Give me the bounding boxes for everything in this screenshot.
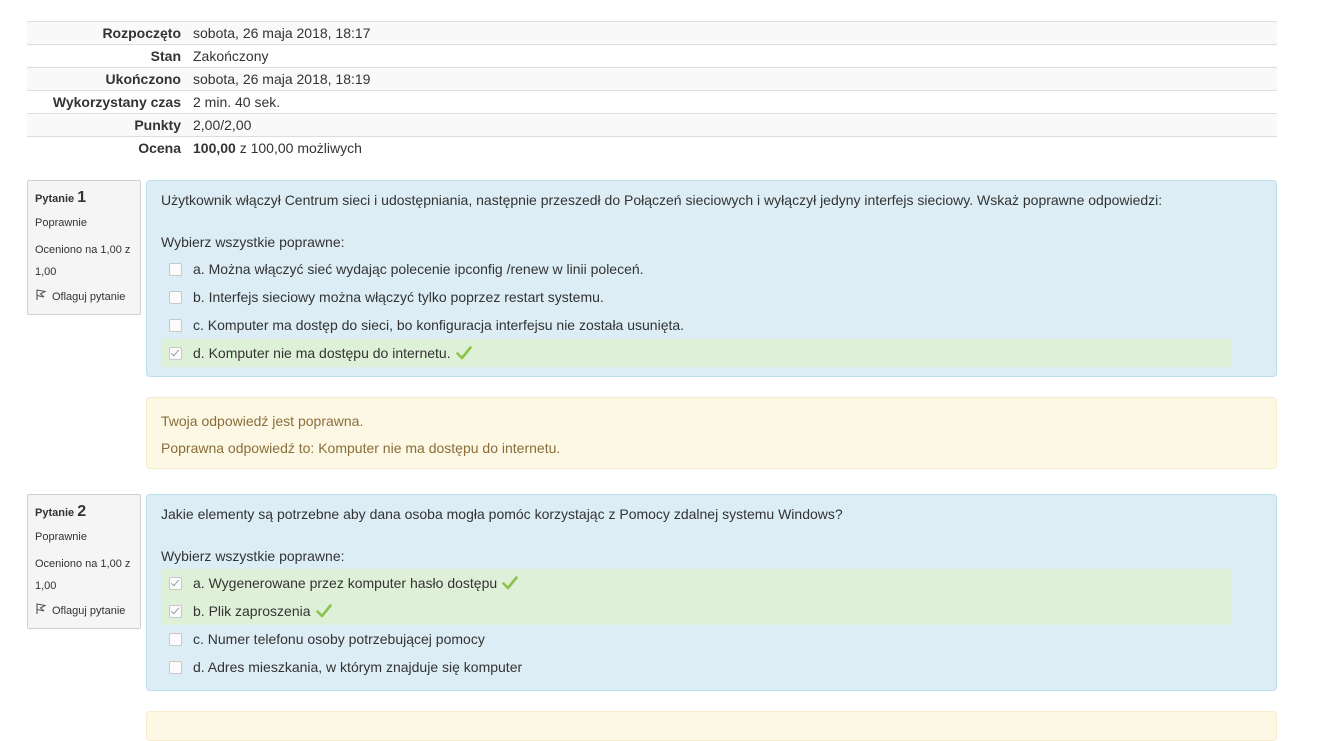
summary-label: Stan: [27, 44, 187, 68]
flag-icon: [35, 603, 47, 618]
question-number-value: 1: [77, 189, 87, 206]
answer-label: a. Można włączyć sieć wydając polecenie …: [193, 261, 644, 277]
question-number-value: 2: [77, 503, 87, 520]
question-label: Pytanie: [35, 507, 75, 519]
question-feedback-2: [146, 711, 1277, 741]
summary-row: Ocena 100,00 z 100,00 możliwych: [27, 136, 1277, 160]
summary-row: Stan Zakończony: [27, 44, 1277, 68]
grade-max: z 100,00 możliwych: [235, 140, 362, 157]
answer-option[interactable]: d. Komputer nie ma dostępu do internetu.: [161, 339, 1231, 367]
flag-label: Oflaguj pytanie: [52, 290, 126, 303]
answer-option[interactable]: c. Komputer ma dostęp do sieci, bo konfi…: [161, 311, 1231, 339]
answer-checkbox[interactable]: [169, 346, 182, 360]
summary-label: Ukończono: [27, 67, 187, 91]
answer-checkbox[interactable]: [169, 604, 182, 618]
flag-icon: [35, 289, 47, 304]
summary-value: 100,00 z 100,00 możliwych: [187, 136, 1277, 160]
correct-check-icon: [315, 604, 332, 618]
question-info-2: Pytanie 2 Poprawnie Oceniono na 1,00 z 1…: [27, 494, 141, 629]
correct-check-icon: [455, 346, 472, 360]
question-info-1: Pytanie 1 Poprawnie Oceniono na 1,00 z 1…: [27, 180, 141, 315]
summary-value: sobota, 26 maja 2018, 18:17: [187, 21, 1277, 45]
answer-checkbox[interactable]: [169, 290, 182, 304]
answer-label: a. Wygenerowane przez komputer hasło dos…: [193, 575, 498, 591]
feedback-result: Twoja odpowiedź jest poprawna.: [161, 413, 364, 429]
summary-row: Wykorzystany czas 2 min. 40 sek.: [27, 90, 1277, 114]
summary-value: Zakończony: [187, 44, 1277, 68]
answer-checkbox[interactable]: [169, 318, 182, 332]
summary-label: Wykorzystany czas: [27, 90, 187, 114]
question-text: Użytkownik włączył Centrum sieci i udost…: [161, 192, 1163, 208]
answer-label: d. Komputer nie ma dostępu do internetu.: [193, 345, 451, 361]
answer-label: c. Komputer ma dostęp do sieci, bo konfi…: [193, 317, 685, 333]
answer-option[interactable]: b. Interfejs sieciowy można włączyć tylk…: [161, 283, 1231, 311]
answer-list: a. Wygenerowane przez komputer hasło dos…: [161, 569, 1262, 681]
question-text: Jakie elementy są potrzebne aby dana oso…: [161, 506, 843, 522]
question-state: Poprawnie: [35, 217, 87, 229]
summary-value: 2,00/2,00: [187, 113, 1277, 137]
answer-list: a. Można włączyć sieć wydając polecenie …: [161, 255, 1262, 367]
question-number: Pytanie 1: [35, 189, 133, 207]
question-label: Pytanie: [35, 193, 75, 205]
answer-checkbox[interactable]: [169, 262, 182, 276]
question-formulation-2: Jakie elementy są potrzebne aby dana oso…: [146, 494, 1277, 691]
question-state: Poprawnie: [35, 531, 87, 543]
answer-checkbox[interactable]: [169, 576, 182, 590]
question-feedback-1: Twoja odpowiedź jest poprawna. Poprawna …: [146, 397, 1277, 469]
question-number: Pytanie 2: [35, 503, 133, 521]
question-formulation-1: Użytkownik włączył Centrum sieci i udost…: [146, 180, 1277, 377]
summary-value: sobota, 26 maja 2018, 18:19: [187, 67, 1277, 91]
attempt-summary-table: Rozpoczęto sobota, 26 maja 2018, 18:17 S…: [27, 21, 1277, 160]
correct-check-icon: [502, 576, 518, 590]
answer-option[interactable]: a. Wygenerowane przez komputer hasło dos…: [161, 569, 1231, 597]
answer-label: c. Numer telefonu osoby potrzebującej po…: [193, 631, 485, 647]
feedback-correct-answer: Poprawna odpowiedź to: Komputer nie ma d…: [161, 440, 561, 456]
question-grade: Oceniono na 1,00 z 1,00: [35, 244, 131, 278]
summary-label: Rozpoczęto: [27, 21, 187, 45]
flag-question-link[interactable]: Oflaguj pytanie: [35, 289, 133, 304]
answer-label: b. Plik zaproszenia: [193, 603, 311, 619]
summary-label: Punkty: [27, 113, 187, 137]
answer-checkbox[interactable]: [169, 632, 182, 646]
answer-prompt: Wybierz wszystkie poprawne:: [161, 234, 345, 250]
summary-row: Punkty 2,00/2,00: [27, 113, 1277, 137]
summary-row: Rozpoczęto sobota, 26 maja 2018, 18:17: [27, 21, 1277, 45]
answer-option[interactable]: a. Można włączyć sieć wydając polecenie …: [161, 255, 1231, 283]
answer-checkbox[interactable]: [169, 660, 182, 674]
flag-label: Oflaguj pytanie: [52, 604, 126, 617]
answer-option[interactable]: b. Plik zaproszenia: [161, 597, 1231, 625]
summary-row: Ukończono sobota, 26 maja 2018, 18:19: [27, 67, 1277, 91]
answer-option[interactable]: c. Numer telefonu osoby potrzebującej po…: [161, 625, 1231, 653]
answer-prompt: Wybierz wszystkie poprawne:: [161, 548, 345, 564]
answer-option[interactable]: d. Adres mieszkania, w którym znajduje s…: [161, 653, 1231, 681]
flag-question-link[interactable]: Oflaguj pytanie: [35, 603, 133, 618]
answer-label: d. Adres mieszkania, w którym znajduje s…: [193, 659, 523, 675]
question-grade: Oceniono na 1,00 z 1,00: [35, 558, 131, 592]
answer-label: b. Interfejs sieciowy można włączyć tylk…: [193, 289, 604, 305]
summary-label: Ocena: [27, 136, 187, 160]
grade-value: 100,00: [193, 140, 236, 157]
summary-value: 2 min. 40 sek.: [187, 90, 1277, 114]
